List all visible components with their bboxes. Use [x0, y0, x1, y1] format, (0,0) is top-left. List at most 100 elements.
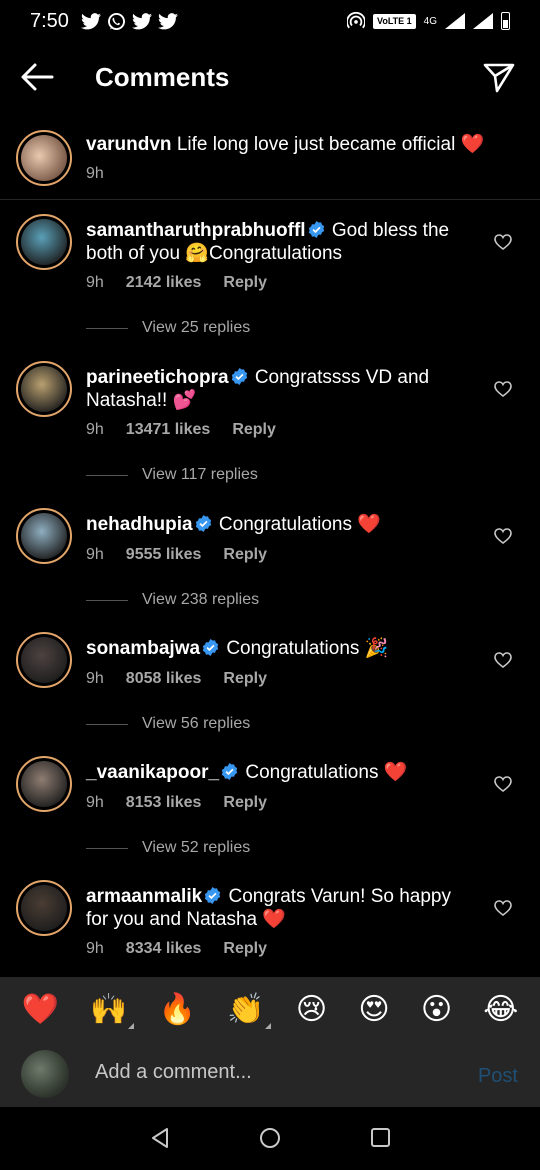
emoji-laughing[interactable]: 😂 [483, 992, 518, 1027]
view-replies-link[interactable]: View 52 replies [86, 839, 250, 857]
post-caption: varundvn Life long love just became offi… [0, 128, 540, 200]
like-heart-icon[interactable] [494, 234, 512, 250]
avatar[interactable] [16, 508, 72, 564]
comment-composer: Post [0, 1041, 540, 1107]
comment-time: 9h [86, 794, 104, 811]
comments-header: Comments [0, 50, 540, 106]
verified-badge-icon [205, 887, 221, 904]
avatar[interactable] [16, 880, 72, 936]
comment-username[interactable]: _vaanikapoor_ [86, 762, 219, 783]
reply-button[interactable]: Reply [232, 421, 276, 439]
verified-badge-icon [195, 515, 211, 532]
caption-time: 9h [86, 165, 104, 182]
view-replies-link[interactable]: View 25 replies [86, 319, 250, 337]
emoji-raised-hands[interactable]: 🙌 [90, 992, 134, 1029]
view-replies-link[interactable]: View 56 replies [86, 715, 250, 733]
emoji-surprised[interactable]: 😮 [421, 992, 452, 1027]
page-title: Comments [95, 62, 230, 92]
comment-likes[interactable]: 13471 likes [126, 421, 211, 439]
network-type: 4G [423, 15, 437, 27]
system-nav-bar [0, 1107, 540, 1170]
hotspot-icon [346, 12, 365, 29]
comment-text: armaanmalik Congrats Varun! So happy for… [86, 885, 466, 931]
comment-username[interactable]: samantharuthprabhuoffl [86, 220, 306, 241]
emoji-heart-eyes[interactable]: 😍 [358, 992, 389, 1027]
comment-text: parineetichopra Congratssss VD and Natas… [86, 366, 466, 412]
comment-item: samantharuthprabhuoffl God bless the bot… [0, 200, 540, 346]
signal-roaming-icon [473, 13, 493, 29]
avatar-image [21, 219, 67, 265]
avatar-image [21, 761, 67, 807]
comment-username[interactable]: parineetichopra [86, 367, 229, 388]
send-icon[interactable] [482, 60, 516, 94]
battery-icon [501, 12, 510, 30]
like-heart-icon[interactable] [494, 528, 512, 544]
comment-body: Congratulations ❤️ [245, 762, 408, 783]
comment-username[interactable]: armaanmalik [86, 886, 202, 907]
notification-icons [80, 12, 178, 31]
comment-body: Congratulations ❤️ [218, 514, 381, 535]
avatar-image [21, 637, 67, 683]
caption-meta: 9h [86, 165, 104, 183]
emoji-crying[interactable]: 😢 [296, 992, 327, 1027]
emoji-clap[interactable]: 👏 [227, 992, 272, 1029]
avatar[interactable] [16, 632, 72, 688]
verified-badge-icon [202, 639, 219, 656]
emoji-heart[interactable]: ❤️ [22, 992, 59, 1027]
back-arrow-icon[interactable] [20, 62, 54, 92]
comment-meta: 9h 8058 likes Reply [86, 670, 267, 688]
post-button[interactable]: Post [478, 1065, 518, 1088]
nav-back-icon[interactable] [150, 1127, 170, 1149]
like-heart-icon[interactable] [494, 900, 512, 916]
comment-username[interactable]: sonambajwa [86, 638, 200, 659]
comment-likes[interactable]: 9555 likes [126, 546, 202, 564]
view-replies-link[interactable]: View 238 replies [86, 591, 259, 609]
status-time: 7:50 [30, 9, 69, 32]
status-bar: 7:50 VoLTE 1 4G [0, 0, 540, 42]
reply-button[interactable]: Reply [223, 794, 267, 812]
nav-home-icon[interactable] [260, 1128, 280, 1148]
comment-likes[interactable]: 8058 likes [126, 670, 202, 688]
avatar[interactable] [16, 130, 72, 186]
comment-time: 9h [86, 670, 104, 687]
volte-badge: VoLTE 1 [372, 13, 416, 29]
view-replies-link[interactable]: View 117 replies [86, 466, 258, 484]
verified-badge-icon [308, 221, 324, 238]
comment-time: 9h [86, 421, 104, 438]
comment-time: 9h [86, 274, 104, 291]
whatsapp-icon [107, 12, 125, 30]
comment-username[interactable]: nehadhupia [86, 514, 193, 535]
comment-text: samantharuthprabhuoffl God bless the bot… [86, 219, 466, 265]
comment-likes[interactable]: 2142 likes [126, 274, 202, 292]
nav-recents-icon[interactable] [371, 1128, 390, 1147]
twitter-icon [157, 12, 178, 29]
reply-button[interactable]: Reply [223, 274, 267, 292]
emoji-fire[interactable]: 🔥 [159, 992, 196, 1027]
comment-text: _vaanikapoor_ Congratulations ❤️ [86, 761, 466, 784]
like-heart-icon[interactable] [494, 652, 512, 668]
avatar-image [21, 366, 67, 412]
comment-text: sonambajwa Congratulations 🎉 [86, 637, 466, 660]
emoji-quick-bar: ❤️ 🙌 🔥 👏 😢 😍 😮 😂 [0, 977, 540, 1041]
comment-meta: 9h 8334 likes Reply [86, 940, 267, 958]
reply-button[interactable]: Reply [223, 546, 267, 564]
comment-item: parineetichopra Congratssss VD and Natas… [0, 347, 540, 493]
caption-body: Life long love just became official ❤️ [176, 134, 485, 155]
reply-button[interactable]: Reply [223, 670, 267, 688]
verified-badge-icon [221, 763, 238, 780]
avatar-image [21, 513, 67, 559]
comment-input[interactable] [95, 1061, 455, 1084]
like-heart-icon[interactable] [494, 776, 512, 792]
comment-time: 9h [86, 546, 104, 563]
avatar[interactable] [16, 756, 72, 812]
caption-username[interactable]: varundvn [86, 134, 172, 155]
comment-likes[interactable]: 8334 likes [126, 940, 202, 958]
reply-button[interactable]: Reply [223, 940, 267, 958]
like-heart-icon[interactable] [494, 381, 512, 397]
comment-meta: 9h 9555 likes Reply [86, 546, 267, 564]
avatar[interactable] [16, 361, 72, 417]
twitter-icon [131, 12, 152, 29]
comment-meta: 9h 2142 likes Reply [86, 274, 267, 292]
avatar[interactable] [16, 214, 72, 270]
comment-likes[interactable]: 8153 likes [126, 794, 202, 812]
